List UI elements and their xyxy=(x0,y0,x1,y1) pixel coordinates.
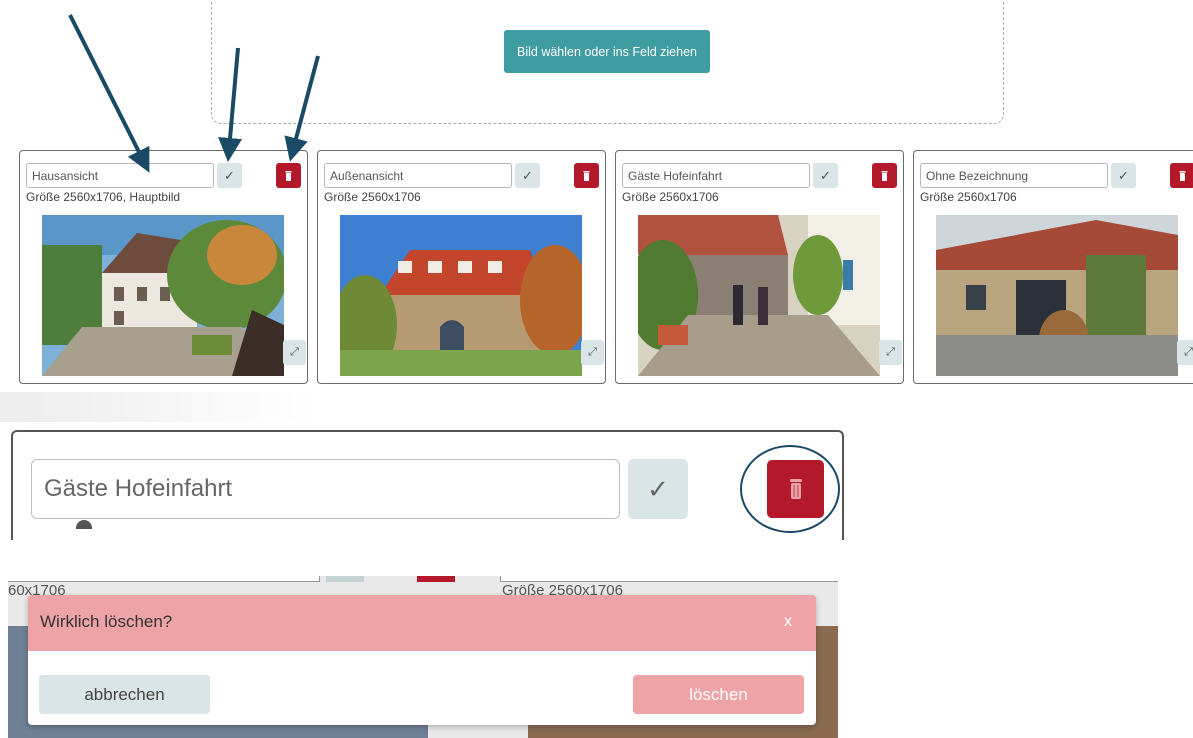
expand-icon[interactable]: ⤢ xyxy=(1177,340,1193,365)
zoom-shadow xyxy=(0,392,320,422)
trash-icon xyxy=(583,170,590,181)
image-size-text: Größe 2560x1706, Hauptbild xyxy=(26,190,181,204)
expand-icon[interactable]: ⤢ xyxy=(581,340,604,365)
zoomed-card-controls: ✓ xyxy=(11,430,844,540)
background-delete-button xyxy=(417,576,455,582)
image-size-text: Größe 2560x1706 xyxy=(920,190,1017,204)
choose-image-button[interactable]: Bild wählen oder ins Feld ziehen xyxy=(504,30,710,73)
size-text-fragment xyxy=(76,520,92,529)
image-card-1: ✓ Größe 2560x1706, Hauptbild ⤢ xyxy=(19,150,308,384)
trash-icon xyxy=(1179,170,1186,181)
trash-icon xyxy=(285,170,292,181)
image-name-input[interactable] xyxy=(324,163,512,188)
image-card-2: ✓ Größe 2560x1706 ⤢ xyxy=(317,150,606,384)
delete-image-button[interactable] xyxy=(276,163,301,188)
image-thumbnail[interactable] xyxy=(936,215,1178,376)
cancel-button[interactable]: abbrechen xyxy=(39,675,210,714)
highlight-circle xyxy=(740,445,840,533)
arrow-to-name-input xyxy=(68,14,150,173)
confirm-name-button[interactable]: ✓ xyxy=(813,163,838,188)
expand-icon[interactable]: ⤢ xyxy=(283,340,306,365)
delete-image-button[interactable] xyxy=(872,163,897,188)
close-icon[interactable]: x xyxy=(778,610,798,634)
image-name-input[interactable] xyxy=(920,163,1108,188)
confirm-name-button[interactable]: ✓ xyxy=(217,163,242,188)
trash-icon xyxy=(881,170,888,181)
dialog-title: Wirklich löschen? xyxy=(40,612,173,631)
confirm-delete-button[interactable]: löschen xyxy=(633,675,804,714)
image-thumbnail[interactable] xyxy=(340,215,582,376)
zoomed-image-name-input[interactable] xyxy=(31,459,620,519)
image-card-4: ✓ Größe 2560x1706 ⤢ xyxy=(913,150,1193,384)
image-thumbnail[interactable] xyxy=(42,215,284,376)
delete-confirm-dialog: Wirklich löschen? x abbrechen löschen xyxy=(28,595,816,725)
image-thumbnail[interactable] xyxy=(638,215,880,376)
image-size-text: Größe 2560x1706 xyxy=(622,190,719,204)
zoomed-confirm-button[interactable]: ✓ xyxy=(628,459,688,519)
expand-icon[interactable]: ⤢ xyxy=(879,340,902,365)
background-confirm-button xyxy=(326,576,364,582)
image-card-3: ✓ Größe 2560x1706 ⤢ xyxy=(615,150,904,384)
confirm-name-button[interactable]: ✓ xyxy=(515,163,540,188)
image-size-text: Größe 2560x1706 xyxy=(324,190,421,204)
image-name-input[interactable] xyxy=(622,163,810,188)
delete-image-button[interactable] xyxy=(1170,163,1193,188)
image-name-input[interactable] xyxy=(26,163,214,188)
confirm-name-button[interactable]: ✓ xyxy=(1111,163,1136,188)
delete-image-button[interactable] xyxy=(574,163,599,188)
